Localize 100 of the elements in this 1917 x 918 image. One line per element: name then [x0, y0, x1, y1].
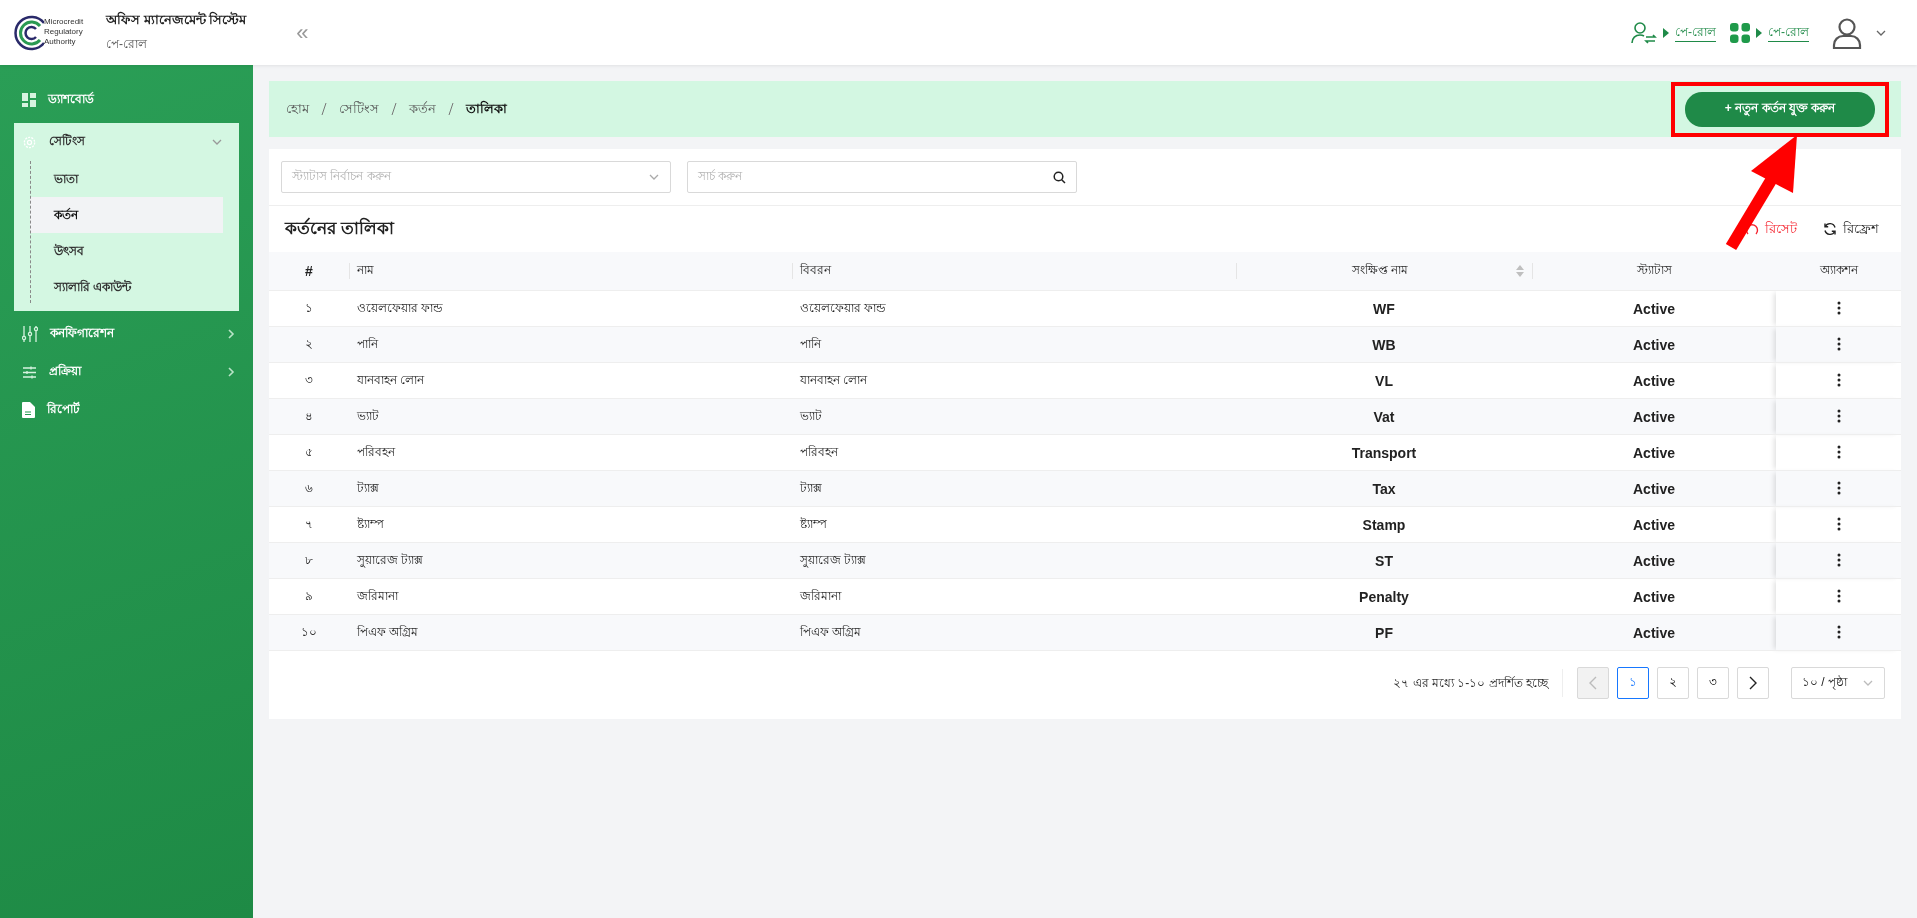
page-size-select[interactable]: ১০ / পৃষ্ঠা	[1791, 667, 1885, 699]
table-cell: ষ্ট্যাম্প	[349, 506, 792, 543]
logo-text: Microcredit	[44, 16, 84, 27]
search-icon	[1053, 170, 1066, 184]
table-cell: Active	[1532, 506, 1776, 543]
slash-separator-icon	[321, 102, 327, 116]
table-cell: ST	[1236, 542, 1532, 579]
table-cell: Transport	[1236, 434, 1532, 471]
dashboard-icon	[22, 93, 36, 107]
table-cell: যানবাহন লোন	[792, 362, 1236, 399]
table-cell: Active	[1532, 290, 1776, 327]
table-cell: Active	[1532, 326, 1776, 363]
user-swap-icon	[1631, 20, 1657, 45]
table-cell: ৪	[269, 398, 349, 435]
sidebar-item[interactable]: প্রক্রিয়া	[0, 353, 253, 391]
table-cell: ষ্ট্যাম্প	[792, 506, 1236, 543]
table-cell: জরিমানা	[349, 578, 792, 615]
table-cell: Stamp	[1236, 506, 1532, 543]
breadcrumb-item[interactable]: হোম	[286, 98, 309, 120]
chevron-left-icon	[1588, 676, 1598, 690]
chevron-right-icon	[1748, 676, 1758, 690]
table-cell: Active	[1532, 470, 1776, 507]
sliders-icon	[22, 325, 38, 343]
table-cell: ১০	[269, 614, 349, 651]
breadcrumb-item[interactable]: সেটিংস	[339, 98, 379, 120]
gear-icon	[22, 134, 37, 150]
chevron-right-icon	[225, 328, 237, 340]
table-cell: ২	[269, 326, 349, 363]
sidebar-subitem[interactable]: স্যালারি একাউন্ট	[30, 269, 223, 305]
table-cell: Active	[1532, 542, 1776, 579]
table-cell: WB	[1236, 326, 1532, 363]
table-cell: Active	[1532, 398, 1776, 435]
table-cell: ৬	[269, 470, 349, 507]
column-header: নাম	[349, 252, 792, 291]
breadcrumb-item: তালিকা	[466, 99, 507, 118]
table-title: কর্তনের তালিকা	[285, 216, 396, 240]
table-cell: Tax	[1236, 470, 1532, 507]
column-header: #	[269, 252, 349, 291]
table-cell: পরিবহন	[792, 434, 1236, 471]
table-cell: WF	[1236, 290, 1532, 327]
table-cell: সুয়ারেজ ট্যাক্স	[349, 542, 792, 579]
breadcrumb-item[interactable]: কর্তন	[409, 98, 436, 120]
module-link[interactable]: পে-রোল	[1768, 22, 1809, 43]
table-cell: ৮	[269, 542, 349, 579]
slash-separator-icon	[391, 102, 397, 116]
refresh-button[interactable]: রিফ্রেশ	[1817, 217, 1885, 241]
app-title: অফিস ম্যানেজমেন্ট সিস্টেম	[106, 10, 247, 29]
chevron-right-icon	[225, 366, 237, 378]
app-subtitle: পে-রোল	[106, 36, 148, 53]
table-cell: ট্যাক্স	[349, 470, 792, 507]
sidebar-item[interactable]: কনফিগারেশন	[0, 315, 253, 353]
document-icon	[22, 402, 35, 418]
table-cell: ৫	[269, 434, 349, 471]
sidebar-item[interactable]: রিপোর্ট	[0, 391, 253, 429]
page-button[interactable]: ১	[1617, 667, 1649, 699]
add-deduction-button[interactable]: + নতুন কর্তন যুক্ত করুন	[1685, 91, 1875, 127]
table-cell: পিএফ অগ্রিম	[349, 614, 792, 651]
table-cell: PF	[1236, 614, 1532, 651]
sidebar-item[interactable]: সেটিংস	[14, 123, 239, 161]
column-header: বিবরন	[792, 252, 1236, 291]
table-cell: ৭	[269, 506, 349, 543]
table-cell: জরিমানা	[792, 578, 1236, 615]
table-cell: Active	[1532, 578, 1776, 615]
reset-button[interactable]: রিসেট	[1739, 217, 1803, 241]
user-avatar-icon[interactable]	[1831, 16, 1863, 49]
table-cell: ভ্যাট	[792, 398, 1236, 435]
table-cell: VL	[1236, 362, 1532, 399]
sliders-icon	[22, 365, 37, 379]
table-cell: ওয়েলফেয়ার ফান্ড	[349, 290, 792, 327]
table-cell: Active	[1532, 434, 1776, 471]
column-header: স্ট্যাটাস	[1532, 252, 1776, 291]
table-cell: Active	[1532, 614, 1776, 651]
table-cell: সুয়ারেজ ট্যাক্স	[792, 542, 1236, 579]
table-cell: ট্যাক্স	[792, 470, 1236, 507]
table-cell: Vat	[1236, 398, 1532, 435]
sidebar-subitem[interactable]: কর্তন	[30, 197, 223, 233]
page-button[interactable]: ২	[1657, 667, 1689, 699]
refresh-icon	[1823, 222, 1837, 236]
next-page-button[interactable]	[1737, 667, 1769, 699]
sidebar-subitem[interactable]: উৎসব	[30, 233, 223, 269]
sidebar-subitem[interactable]: ভাতা	[30, 161, 223, 197]
logo-text: Regulatory	[44, 26, 84, 37]
table-cell: পানি	[792, 326, 1236, 363]
slash-separator-icon	[448, 102, 454, 116]
logo-text: Authority	[44, 36, 77, 47]
table-cell: ভ্যাট	[349, 398, 792, 435]
table-cell: Penalty	[1236, 578, 1532, 615]
table-cell: ১	[269, 290, 349, 327]
table-cell: ৩	[269, 362, 349, 399]
apps-grid-icon	[1730, 22, 1750, 43]
table-cell: পিএফ অগ্রিম	[792, 614, 1236, 651]
table-cell: ৯	[269, 578, 349, 615]
module-link[interactable]: পে-রোল	[1675, 22, 1716, 43]
column-header: অ্যাকশন	[1776, 252, 1901, 291]
sidebar-item[interactable]: ড্যাশবোর্ড	[0, 81, 253, 119]
table-cell: Active	[1532, 362, 1776, 399]
table-cell: পরিবহন	[349, 434, 792, 471]
page-button[interactable]: ৩	[1697, 667, 1729, 699]
column-header[interactable]: সংক্ষিপ্ত নাম	[1236, 252, 1532, 291]
table-cell: যানবাহন লোন	[349, 362, 792, 399]
